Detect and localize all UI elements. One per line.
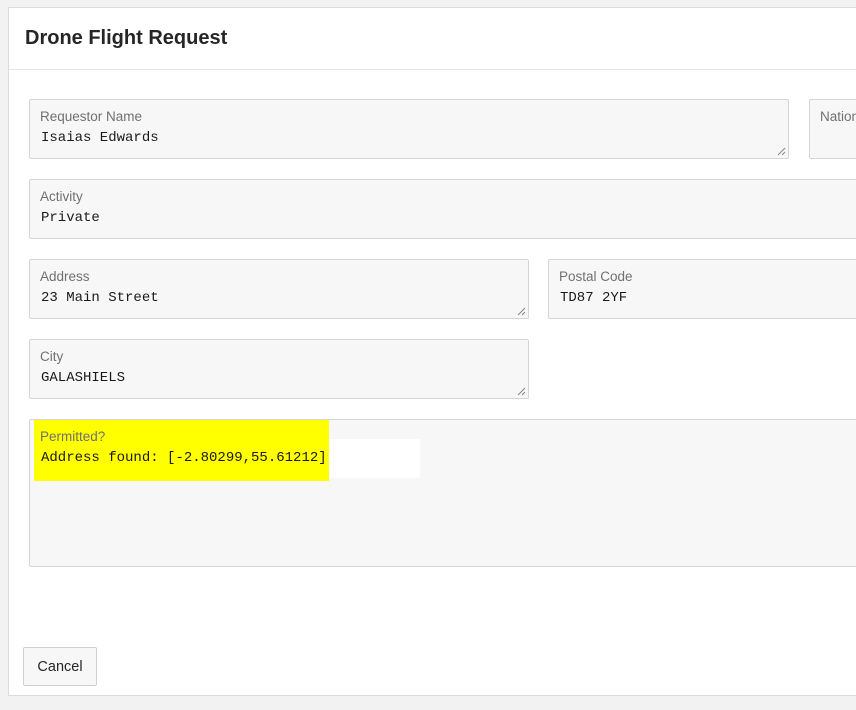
activity-value[interactable]: Private [41, 210, 100, 226]
resize-grip-icon[interactable] [517, 387, 526, 396]
postal-code-label: Postal Code [559, 269, 633, 284]
activity-label: Activity [40, 189, 83, 204]
permitted-label: Permitted? [40, 429, 106, 444]
permitted-field[interactable]: Permitted? Address found: [-2.80299,55.6… [29, 419, 856, 567]
postal-code-value[interactable]: TD87 2YF [560, 290, 627, 306]
address-field[interactable]: Address 23 Main Street [29, 259, 529, 319]
cancel-button[interactable]: Cancel [23, 647, 97, 686]
permitted-value[interactable]: Address found: [-2.80299,55.61212] [41, 450, 327, 466]
requestor-name-field[interactable]: Requestor Name Isaias Edwards [29, 99, 789, 159]
postal-code-field[interactable]: Postal Code TD87 2YF [548, 259, 856, 319]
dialog-header: Drone Flight Request [9, 8, 856, 70]
address-label: Address [40, 269, 90, 284]
city-label: City [40, 349, 64, 364]
city-value[interactable]: GALASHIELS [41, 370, 125, 386]
requestor-name-label: Requestor Name [40, 109, 143, 124]
dialog-title: Drone Flight Request [25, 27, 228, 49]
city-field[interactable]: City GALASHIELS [29, 339, 529, 399]
drone-flight-request-dialog: Drone Flight Request Requestor Name Isai… [8, 7, 856, 696]
nationality-field[interactable]: Nation [809, 99, 856, 159]
requestor-name-value[interactable]: Isaias Edwards [41, 130, 159, 146]
white-patch [329, 439, 420, 478]
address-value[interactable]: 23 Main Street [41, 290, 159, 306]
activity-field[interactable]: Activity Private [29, 179, 856, 239]
nationality-label: Nation [820, 109, 856, 124]
resize-grip-icon[interactable] [777, 147, 786, 156]
resize-grip-icon[interactable] [517, 307, 526, 316]
